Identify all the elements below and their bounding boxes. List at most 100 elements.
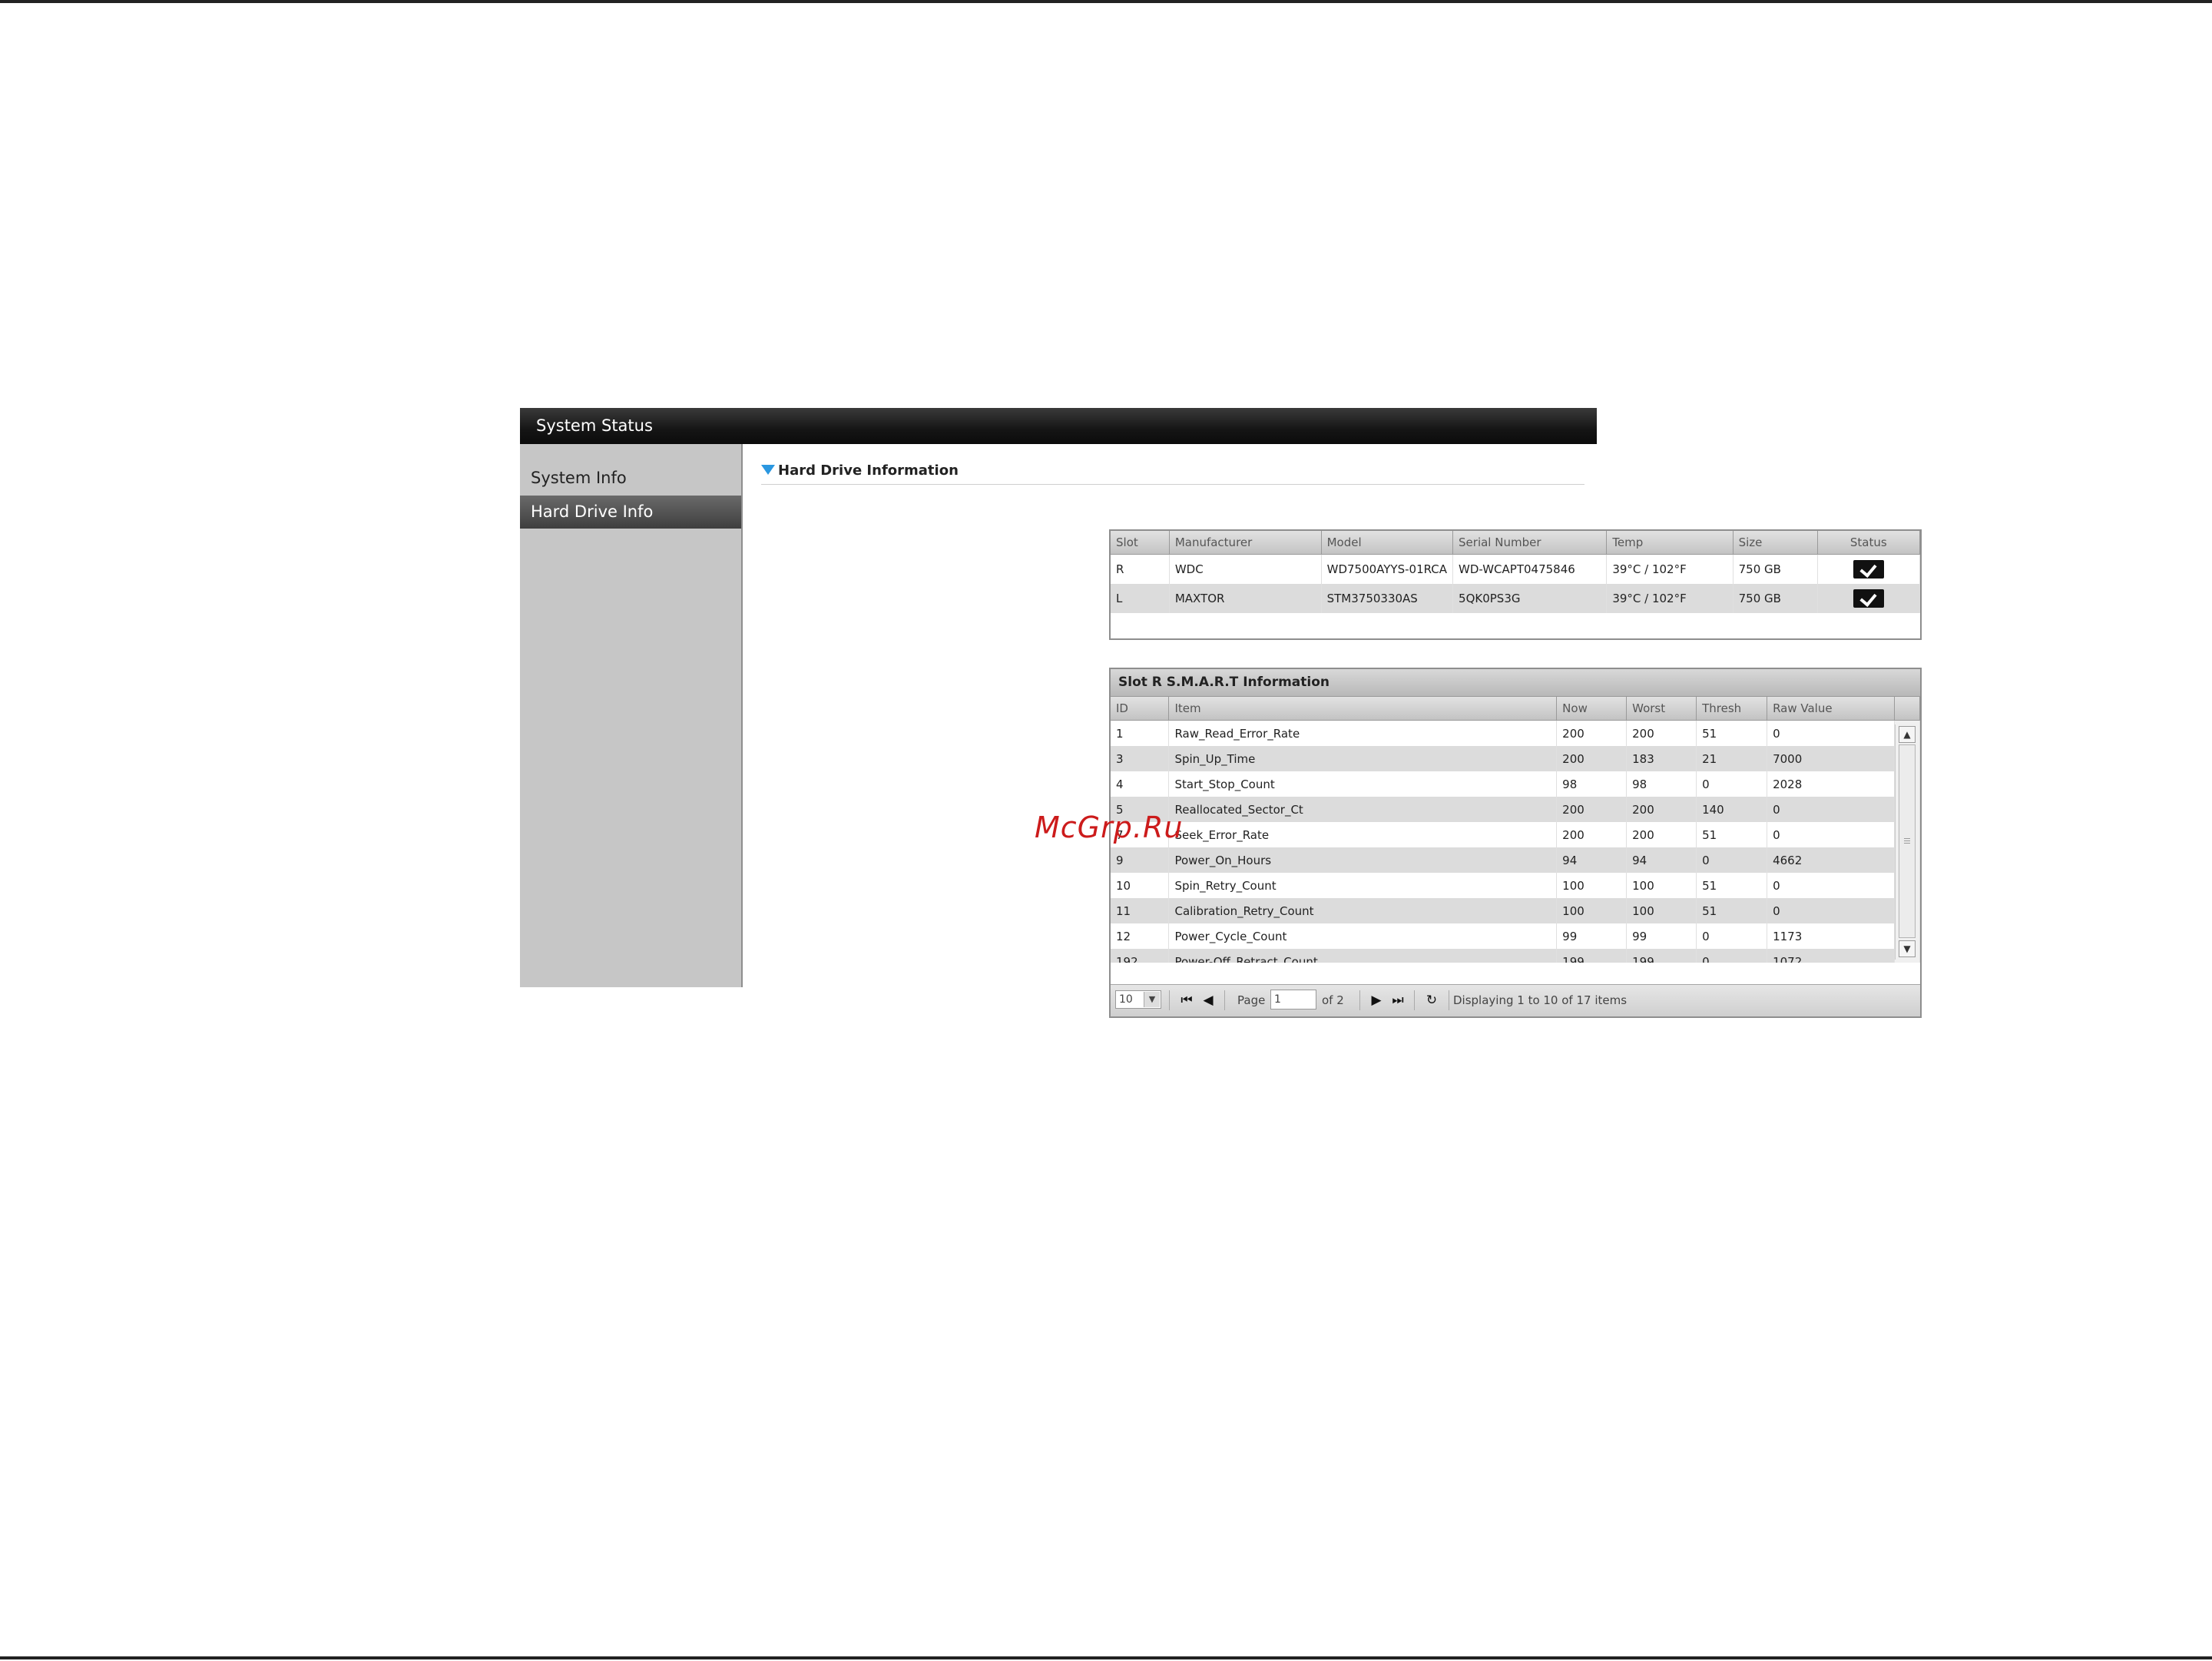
- table-row[interactable]: 9 Power_On_Hours 94 94 0 4662: [1111, 847, 1920, 873]
- table-row[interactable]: R WDC WD7500AYYS-01RCA WD-WCAPT0475846 39°C …: [1111, 554, 1921, 584]
- next-page-icon[interactable]: ▶: [1366, 990, 1386, 1010]
- table-cell: 1072: [1767, 949, 1895, 963]
- table-cell: Seek_Error_Rate: [1168, 822, 1558, 847]
- page-of-label: of 2: [1322, 993, 1344, 1007]
- system-status-window: System Status System Info Hard Drive Inf…: [520, 408, 1922, 1018]
- table-cell: Spin_Retry_Count: [1168, 873, 1558, 898]
- smart-column-header[interactable]: Item: [1168, 697, 1558, 721]
- scroll-thumb[interactable]: [1899, 744, 1916, 938]
- sidebar-item-system-info[interactable]: System Info: [520, 462, 741, 495]
- hd-column-header[interactable]: Status: [1817, 531, 1921, 555]
- table-cell: 9: [1111, 847, 1170, 873]
- checkmark-icon: [1853, 560, 1884, 579]
- triangle-down-icon[interactable]: [761, 465, 775, 475]
- smart-column-header[interactable]: ID: [1111, 697, 1170, 721]
- table-cell: 51: [1696, 720, 1768, 746]
- table-cell: 199: [1556, 949, 1628, 963]
- table-cell: Reallocated_Sector_Ct: [1168, 797, 1558, 822]
- hd-column-header[interactable]: Serial Number: [1452, 531, 1608, 555]
- table-row[interactable]: 10 Spin_Retry_Count 100 100 51 0: [1111, 873, 1920, 898]
- table-cell: 39°C / 102°F: [1606, 554, 1734, 584]
- pagination-bar: 10 ▼ ⏮ ◀ Page 1 of 2 ▶ ⏭ ↻ Displaying 1 …: [1111, 984, 1920, 1016]
- table-cell: 100: [1626, 873, 1697, 898]
- last-page-icon[interactable]: ⏭: [1388, 990, 1408, 1010]
- table-cell: STM3750330AS: [1321, 584, 1454, 613]
- table-cell: 11: [1111, 898, 1170, 923]
- main-panel: Hard Drive Information Slot Manufacturer M…: [743, 444, 1922, 1018]
- hd-column-header[interactable]: Slot: [1111, 531, 1170, 555]
- table-cell: 199: [1626, 949, 1697, 963]
- table-cell: 192: [1111, 949, 1170, 963]
- table-cell: 5QK0PS3G: [1452, 584, 1608, 613]
- first-page-icon[interactable]: ⏮: [1177, 990, 1197, 1010]
- page-label: Page: [1237, 993, 1266, 1007]
- status-cell: [1817, 584, 1921, 613]
- page-number-input[interactable]: 1: [1270, 990, 1316, 1010]
- table-cell: 0: [1767, 720, 1895, 746]
- table-cell: 94: [1556, 847, 1628, 873]
- table-cell: 94: [1626, 847, 1697, 873]
- smart-column-header[interactable]: Thresh: [1696, 697, 1768, 721]
- table-cell: L: [1111, 584, 1170, 613]
- watermark-text: McGrp.Ru: [1035, 811, 1184, 844]
- table-cell: 750 GB: [1733, 554, 1818, 584]
- table-cell: 1173: [1767, 923, 1895, 949]
- pager-separator: [1169, 990, 1170, 1010]
- table-row[interactable]: 12 Power_Cycle_Count 99 99 0 1173: [1111, 923, 1920, 949]
- table-cell: 200: [1556, 746, 1628, 771]
- hd-column-header[interactable]: Manufacturer: [1169, 531, 1322, 555]
- table-cell: 10: [1111, 873, 1170, 898]
- pager-separator: [1414, 990, 1415, 1010]
- smart-column-header[interactable]: Now: [1556, 697, 1628, 721]
- page-size-select[interactable]: 10 ▼: [1115, 990, 1161, 1009]
- table-cell: WDC: [1169, 554, 1322, 584]
- table-row[interactable]: 1 Raw_Read_Error_Rate 200 200 51 0: [1111, 720, 1920, 746]
- hd-column-header[interactable]: Temp: [1606, 531, 1734, 555]
- table-row[interactable]: 192 Power-Off_Retract_Count 199 199 0 1072: [1111, 949, 1920, 963]
- refresh-icon[interactable]: ↻: [1422, 990, 1442, 1010]
- prev-page-icon[interactable]: ◀: [1198, 990, 1218, 1010]
- table-cell: 0: [1767, 822, 1895, 847]
- table-cell: 4: [1111, 771, 1170, 797]
- table-cell: R: [1111, 554, 1170, 584]
- page-top-rule: [0, 0, 2212, 3]
- table-cell: 99: [1556, 923, 1628, 949]
- sidebar: System Info Hard Drive Info: [520, 444, 743, 987]
- sidebar-item-hard-drive-info[interactable]: Hard Drive Info: [520, 496, 741, 529]
- table-cell: Power-Off_Retract_Count: [1168, 949, 1558, 963]
- table-cell: WD7500AYYS-01RCA: [1321, 554, 1454, 584]
- grip-line: [1904, 840, 1910, 841]
- smart-column-header[interactable]: Raw Value: [1767, 697, 1895, 721]
- table-cell: 39°C / 102°F: [1606, 584, 1734, 613]
- table-cell: MAXTOR: [1169, 584, 1322, 613]
- smart-column-header[interactable]: Worst: [1626, 697, 1697, 721]
- scroll-down-icon[interactable]: ▼: [1899, 940, 1916, 957]
- table-cell: Raw_Read_Error_Rate: [1168, 720, 1558, 746]
- table-row[interactable]: 4 Start_Stop_Count 98 98 0 2028: [1111, 771, 1920, 797]
- table-cell: 12: [1111, 923, 1170, 949]
- table-row[interactable]: 3 Spin_Up_Time 200 183 21 7000: [1111, 746, 1920, 771]
- hd-column-header[interactable]: Model: [1321, 531, 1454, 555]
- table-cell: 140: [1696, 797, 1768, 822]
- table-cell: 200: [1556, 822, 1628, 847]
- table-cell: 51: [1696, 898, 1768, 923]
- table-row[interactable]: 11 Calibration_Retry_Count 100 100 51 0: [1111, 898, 1920, 923]
- chevron-down-icon[interactable]: ▼: [1144, 992, 1160, 1007]
- table-row[interactable]: 7 Seek_Error_Rate 200 200 51 0: [1111, 822, 1920, 847]
- scroll-up-icon[interactable]: ▲: [1899, 726, 1916, 743]
- table-cell: 7000: [1767, 746, 1895, 771]
- table-row[interactable]: 5 Reallocated_Sector_Ct 200 200 140 0: [1111, 797, 1920, 822]
- table-row[interactable]: L MAXTOR STM3750330AS 5QK0PS3G 39°C / 102°F 7…: [1111, 584, 1921, 613]
- smart-section-title: Slot R S.M.A.R.T Information: [1111, 669, 1920, 697]
- window-title: System Status: [520, 408, 1597, 444]
- hard-drive-section-header[interactable]: Hard Drive Information: [761, 459, 1584, 485]
- hd-column-header[interactable]: Size: [1733, 531, 1818, 555]
- table-cell: Spin_Up_Time: [1168, 746, 1558, 771]
- table-cell: WD-WCAPT0475846: [1452, 554, 1608, 584]
- grip-line: [1904, 843, 1910, 844]
- smart-scrollbar[interactable]: ▲ ▼: [1895, 724, 1919, 960]
- table-cell: 750 GB: [1733, 584, 1818, 613]
- table-cell: 99: [1626, 923, 1697, 949]
- table-cell: 98: [1626, 771, 1697, 797]
- table-cell: 0: [1696, 847, 1768, 873]
